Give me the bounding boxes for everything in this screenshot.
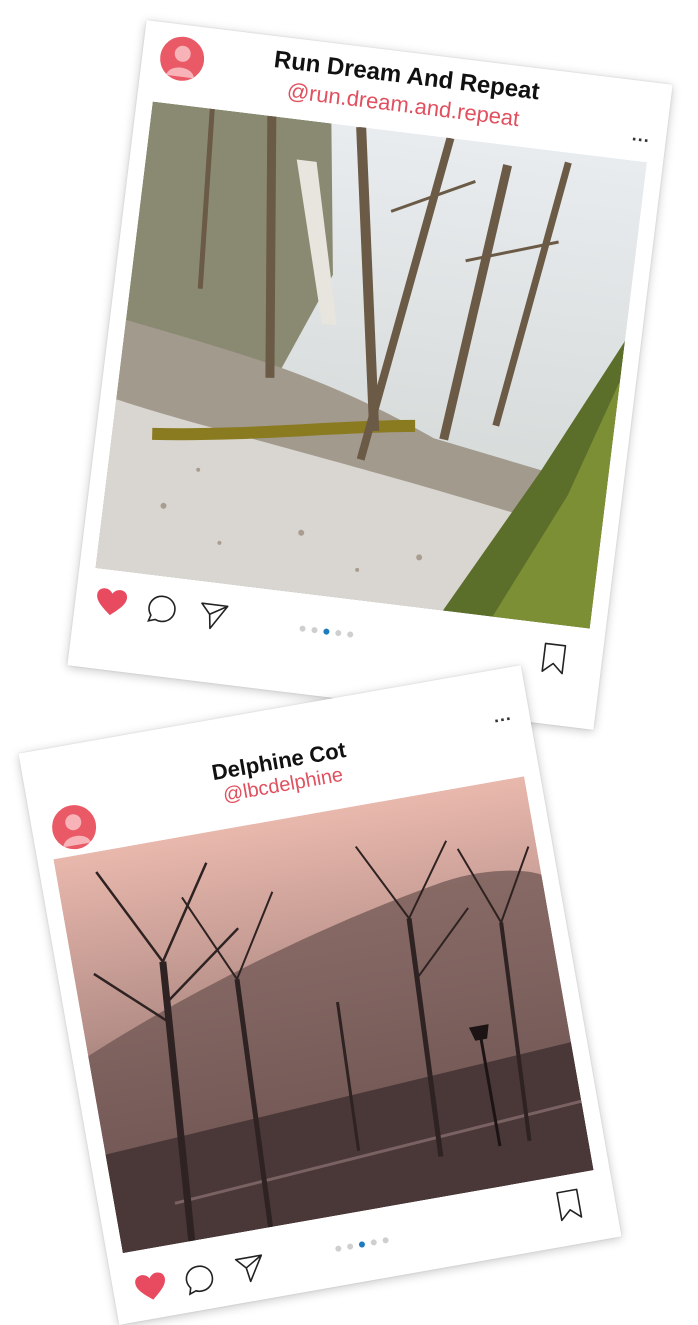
share-button[interactable]	[197, 601, 230, 632]
carousel-dot[interactable]	[346, 1243, 354, 1251]
carousel-indicator	[299, 625, 354, 638]
more-options-button[interactable]: ...	[492, 704, 513, 728]
carousel-indicator	[334, 1236, 390, 1253]
post-card-2: Delphine Cot @lbcdelphine ...	[18, 665, 622, 1325]
forest-photo	[95, 101, 648, 629]
carousel-dot[interactable]	[334, 629, 342, 637]
bookmark-icon	[556, 1188, 583, 1222]
post-photo[interactable]	[53, 776, 594, 1254]
carousel-dot[interactable]	[334, 1245, 342, 1253]
more-options-button[interactable]: ...	[631, 124, 651, 147]
comment-button[interactable]	[145, 593, 178, 626]
carousel-dot[interactable]	[370, 1238, 378, 1246]
like-button[interactable]	[133, 1270, 169, 1303]
share-icon	[234, 1254, 263, 1283]
comment-icon	[147, 595, 176, 623]
carousel-dot[interactable]	[311, 626, 318, 634]
post-card-1: Run Dream And Repeat @run.dream.and.repe…	[67, 20, 673, 730]
share-button[interactable]	[233, 1253, 267, 1286]
carousel-dot-active[interactable]	[358, 1241, 366, 1248]
like-button[interactable]	[94, 586, 129, 618]
post-photo[interactable]	[95, 101, 648, 629]
carousel-dot-active[interactable]	[323, 628, 330, 635]
heart-icon	[97, 588, 128, 616]
bookmark-icon	[541, 642, 567, 675]
comment-button[interactable]	[182, 1262, 217, 1297]
carousel-dot[interactable]	[346, 631, 354, 638]
more-icon: ...	[631, 124, 652, 147]
heart-icon	[135, 1272, 165, 1300]
carousel-dot[interactable]	[382, 1236, 390, 1244]
share-icon	[201, 602, 229, 630]
bookmark-button[interactable]	[555, 1187, 584, 1223]
more-icon: ...	[491, 703, 513, 727]
comment-icon	[185, 1265, 214, 1296]
foggy-park-photo	[53, 776, 594, 1254]
bookmark-button[interactable]	[540, 641, 568, 676]
carousel-dot[interactable]	[299, 625, 306, 633]
